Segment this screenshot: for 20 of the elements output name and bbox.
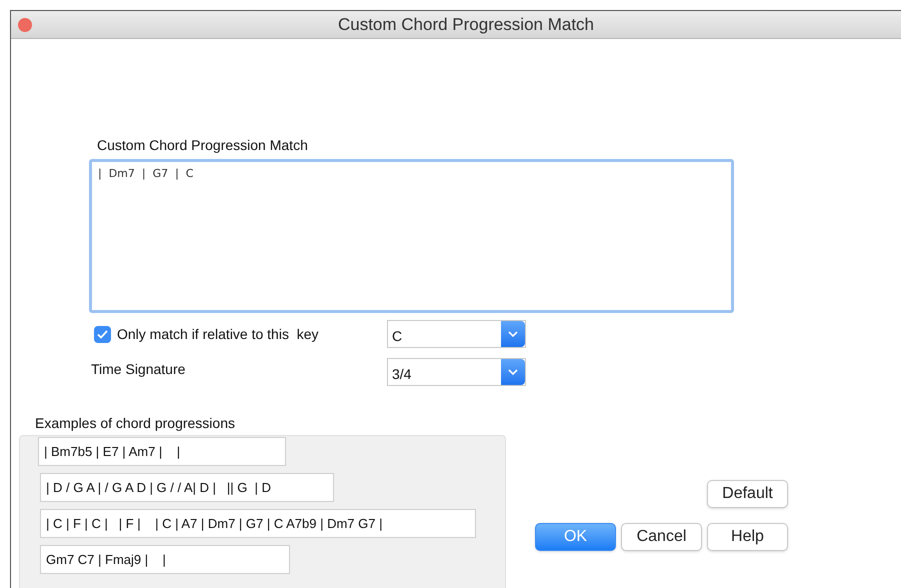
dialog-button[interactable]: Cancel [621,523,702,551]
key-select[interactable]: C [387,320,526,348]
dialog-button[interactable]: Default [707,480,788,508]
section-label: Examples of chord progressions [35,414,236,433]
time-signature-select[interactable]: 3/4 [387,358,526,386]
dialog-button[interactable]: Help [707,523,788,551]
field-label: Time Signature [91,360,186,379]
close-icon[interactable] [18,18,32,32]
chevron-icon [501,321,525,347]
example-field[interactable]: | D / G A | / G A D | G / / A| D | || G | D [40,473,334,502]
example-field[interactable]: | Bm7b5 | E7 | Am7 | | [38,437,286,466]
checkbox[interactable] [94,326,111,342]
chevron-icon [501,359,525,385]
field-label: Custom Chord Progression Match [97,136,309,155]
window-title: Custom Chord Progression Match [336,14,594,36]
progression-field[interactable]: | Dm7 | G7 | C [89,159,734,313]
example-field[interactable]: Gm7 C7 | Fmaj9 | | [40,545,290,574]
example-field[interactable]: | C | F | C | | F | | C | A7 | Dm7 | G7 | C A7b9 | Dm7 G7 | [40,509,476,538]
checkbox-label: Only match if relative to this key [117,324,320,344]
checkmark-icon [97,330,108,338]
